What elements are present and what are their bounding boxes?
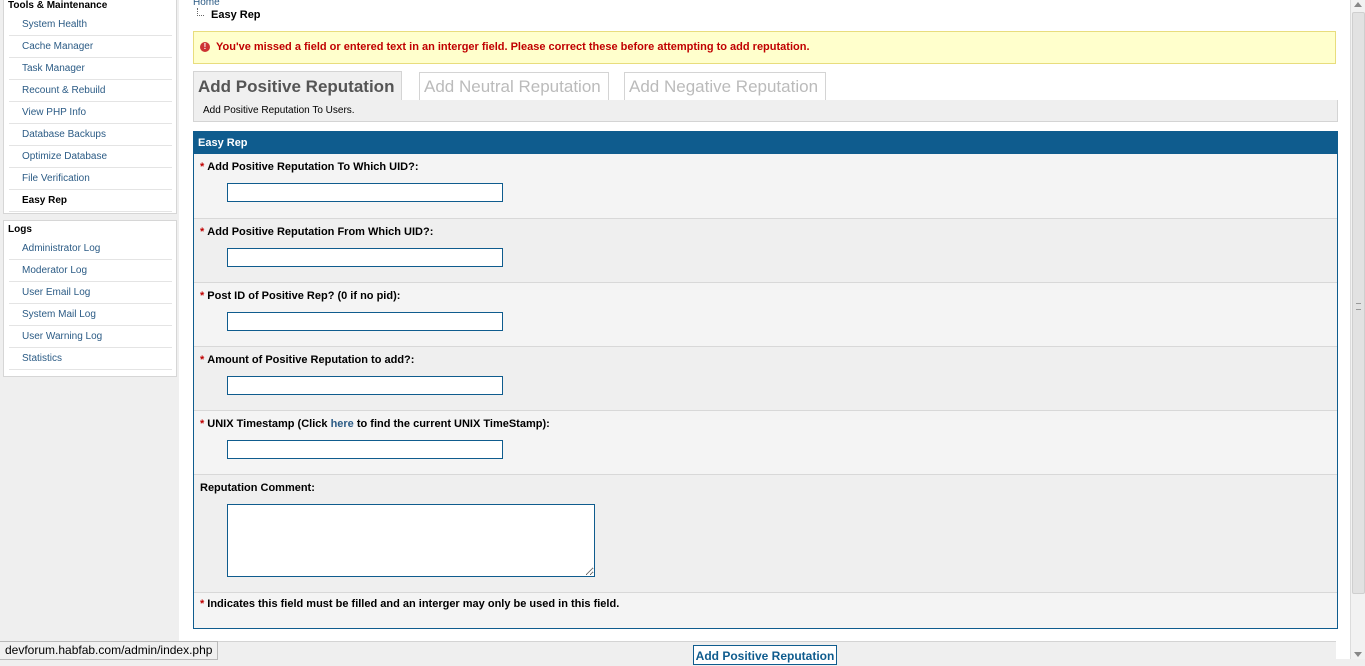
amount-label: * Amount of Positive Reputation to add?: [200, 354, 415, 366]
comment-label: Reputation Comment: [200, 482, 315, 494]
timestamp-label: * UNIX Timestamp (Click here to find the … [200, 418, 550, 430]
main-content: Home Easy Rep ! You've missed a field or… [179, 0, 1351, 665]
post-id-label: * Post ID of Positive Rep? (0 if no pid): [200, 290, 401, 302]
error-icon: ! [200, 42, 210, 52]
add-positive-reputation-button[interactable]: Add Positive Reputation [693, 645, 837, 665]
scroll-up-icon[interactable] [1354, 2, 1362, 7]
sidebar-item-view-php-info[interactable]: View PHP Info [9, 102, 172, 124]
breadcrumb-current: Easy Rep [211, 9, 261, 21]
comment-textarea[interactable] [227, 504, 595, 577]
timestamp-here-link[interactable]: here [331, 418, 354, 430]
form-row-post-id: * Post ID of Positive Rep? (0 if no pid): [194, 283, 1337, 347]
sidebar-item-optimize-database[interactable]: Optimize Database [9, 146, 172, 168]
required-marker: * [200, 226, 205, 238]
timestamp-input[interactable] [227, 440, 503, 459]
form-row-timestamp: * UNIX Timestamp (Click here to find the … [194, 411, 1337, 475]
tree-connector-icon [197, 8, 204, 16]
tools-menu-title: Tools & Maintenance [8, 0, 108, 11]
logs-menu: Logs Administrator Log Moderator Log Use… [3, 220, 177, 377]
form-title: Easy Rep [194, 132, 1337, 154]
amount-input[interactable] [227, 376, 503, 395]
sidebar-item-system-health[interactable]: System Health [9, 14, 172, 36]
breadcrumb-home-link[interactable]: Home [193, 0, 220, 8]
sidebar-item-user-email-log[interactable]: User Email Log [9, 282, 172, 304]
sidebar-item-easy-rep[interactable]: Easy Rep [9, 190, 172, 212]
error-message-box: ! You've missed a field or entered text … [193, 31, 1336, 64]
status-bar-url: devforum.habfab.com/admin/index.php [0, 641, 219, 660]
sidebar-item-recount-rebuild[interactable]: Recount & Rebuild [9, 80, 172, 102]
grip-icon [1356, 303, 1361, 310]
form-row-to-uid: * Add Positive Reputation To Which UID?: [194, 154, 1337, 219]
easy-rep-form: Easy Rep * Add Positive Reputation To Whi… [193, 131, 1338, 629]
error-message-text: You've missed a field or entered text in… [216, 41, 810, 53]
form-row-from-uid: * Add Positive Reputation From Which UID?… [194, 219, 1337, 283]
sidebar-item-statistics[interactable]: Statistics [9, 348, 172, 370]
scroll-down-icon[interactable] [1354, 652, 1362, 657]
to-uid-label: * Add Positive Reputation To Which UID?: [200, 161, 419, 173]
post-id-input[interactable] [227, 312, 503, 331]
to-uid-input[interactable] [227, 183, 503, 202]
tab-add-positive-reputation[interactable]: Add Positive Reputation [193, 71, 403, 101]
tab-description: Add Positive Reputation To Users. [203, 105, 355, 116]
logs-menu-title: Logs [8, 224, 32, 235]
scrollbar-thumb[interactable] [1352, 12, 1365, 594]
required-footnote: * Indicates this field must be filled and… [200, 598, 620, 610]
vertical-scrollbar[interactable] [1350, 0, 1365, 659]
sidebar-item-user-warning-log[interactable]: User Warning Log [9, 326, 172, 348]
from-uid-label: * Add Positive Reputation From Which UID?… [200, 226, 434, 238]
sidebar-item-moderator-log[interactable]: Moderator Log [9, 260, 172, 282]
form-row-amount: * Amount of Positive Reputation to add?: [194, 347, 1337, 411]
tools-maintenance-menu: Tools & Maintenance System Health Cache … [3, 0, 177, 214]
breadcrumb: Home Easy Rep [193, 0, 261, 21]
tab-add-negative-reputation[interactable]: Add Negative Reputation [624, 72, 827, 101]
form-row-comment: Reputation Comment: [194, 475, 1337, 593]
required-marker: * [200, 354, 205, 366]
sidebar: Tools & Maintenance System Health Cache … [0, 0, 179, 659]
from-uid-input[interactable] [227, 248, 503, 267]
sidebar-item-system-mail-log[interactable]: System Mail Log [9, 304, 172, 326]
required-marker: * [200, 418, 205, 430]
tab-description-bar: Add Positive Reputation To Users. [193, 100, 1338, 122]
submit-bar: Add Positive Reputation [193, 641, 1336, 665]
sidebar-item-file-verification[interactable]: File Verification [9, 168, 172, 190]
sidebar-item-cache-manager[interactable]: Cache Manager [9, 36, 172, 58]
required-marker: * [200, 161, 205, 173]
tab-add-neutral-reputation[interactable]: Add Neutral Reputation [419, 72, 609, 101]
sidebar-item-database-backups[interactable]: Database Backups [9, 124, 172, 146]
sidebar-item-task-manager[interactable]: Task Manager [9, 58, 172, 80]
sidebar-item-administrator-log[interactable]: Administrator Log [9, 238, 172, 260]
required-marker: * [200, 290, 205, 302]
